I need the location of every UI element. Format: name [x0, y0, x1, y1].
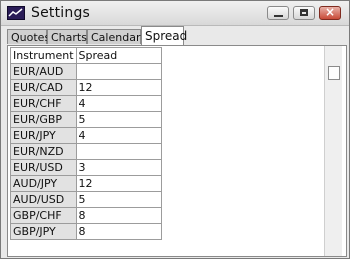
table-row[interactable]: EUR/CAD 12 [10, 79, 163, 96]
tab-quotes[interactable]: Quotes [7, 29, 50, 44]
instrument-cell: EUR/NZD [10, 143, 77, 160]
table-row[interactable]: EUR/CHF 4 [10, 95, 163, 112]
table-row[interactable]: GBP/JPY 8 [10, 223, 163, 240]
scrollbar-thumb[interactable] [328, 66, 340, 80]
table-row[interactable]: EUR/AUD [10, 63, 163, 80]
column-header-spread[interactable]: Spread [75, 47, 163, 64]
table-header-row: Instrument Spread [10, 47, 163, 64]
minimize-icon [274, 15, 283, 17]
instrument-cell: GBP/JPY [10, 223, 77, 240]
settings-window: Settings × Quotes Charts Calendar Spread… [0, 0, 350, 259]
spread-cell[interactable]: 8 [75, 223, 163, 240]
table-row[interactable]: AUD/JPY 12 [10, 175, 163, 192]
minimize-button[interactable] [267, 6, 289, 20]
title-bar[interactable]: Settings × [1, 1, 349, 26]
instrument-cell: EUR/USD [10, 159, 77, 176]
table-row[interactable]: EUR/JPY 4 [10, 127, 163, 144]
spread-cell[interactable]: 4 [75, 127, 163, 144]
close-icon: × [324, 5, 336, 19]
tab-spread[interactable]: Spread [141, 26, 187, 45]
spread-cell[interactable]: 5 [75, 111, 163, 128]
instrument-cell: EUR/JPY [10, 127, 77, 144]
instrument-cell: EUR/AUD [10, 63, 77, 80]
tab-calendar[interactable]: Calendar [87, 29, 141, 44]
spread-cell[interactable] [75, 143, 163, 160]
instrument-cell: EUR/GBP [10, 111, 77, 128]
table-row[interactable]: EUR/USD 3 [10, 159, 163, 176]
column-header-instrument[interactable]: Instrument [10, 47, 77, 64]
maximize-icon [300, 9, 308, 16]
instrument-cell: GBP/CHF [10, 207, 77, 224]
instrument-cell: EUR/CHF [10, 95, 77, 112]
table-row[interactable]: EUR/GBP 5 [10, 111, 163, 128]
table-row[interactable]: AUD/USD 5 [10, 191, 163, 208]
table-row[interactable]: EUR/NZD [10, 143, 163, 160]
window-title: Settings [31, 5, 91, 21]
spread-panel: Instrument Spread EUR/AUD EUR/CAD 12 EUR… [7, 45, 347, 257]
close-button[interactable]: × [319, 5, 341, 20]
table-row[interactable]: GBP/CHF 8 [10, 207, 163, 224]
instrument-cell: AUD/USD [10, 191, 77, 208]
vertical-scrollbar[interactable] [324, 46, 342, 256]
spread-cell[interactable]: 8 [75, 207, 163, 224]
maximize-button[interactable] [293, 6, 315, 20]
spread-table: Instrument Spread EUR/AUD EUR/CAD 12 EUR… [10, 47, 163, 240]
app-icon [7, 6, 25, 20]
spread-cell[interactable]: 12 [75, 175, 163, 192]
spread-cell[interactable]: 3 [75, 159, 163, 176]
spread-cell[interactable] [75, 63, 163, 80]
tab-strip: Quotes Charts Calendar Spread [7, 26, 347, 45]
instrument-cell: AUD/JPY [10, 175, 77, 192]
spread-cell[interactable]: 12 [75, 79, 163, 96]
instrument-cell: EUR/CAD [10, 79, 77, 96]
tab-charts[interactable]: Charts [47, 29, 87, 44]
spread-cell[interactable]: 4 [75, 95, 163, 112]
spread-cell[interactable]: 5 [75, 191, 163, 208]
